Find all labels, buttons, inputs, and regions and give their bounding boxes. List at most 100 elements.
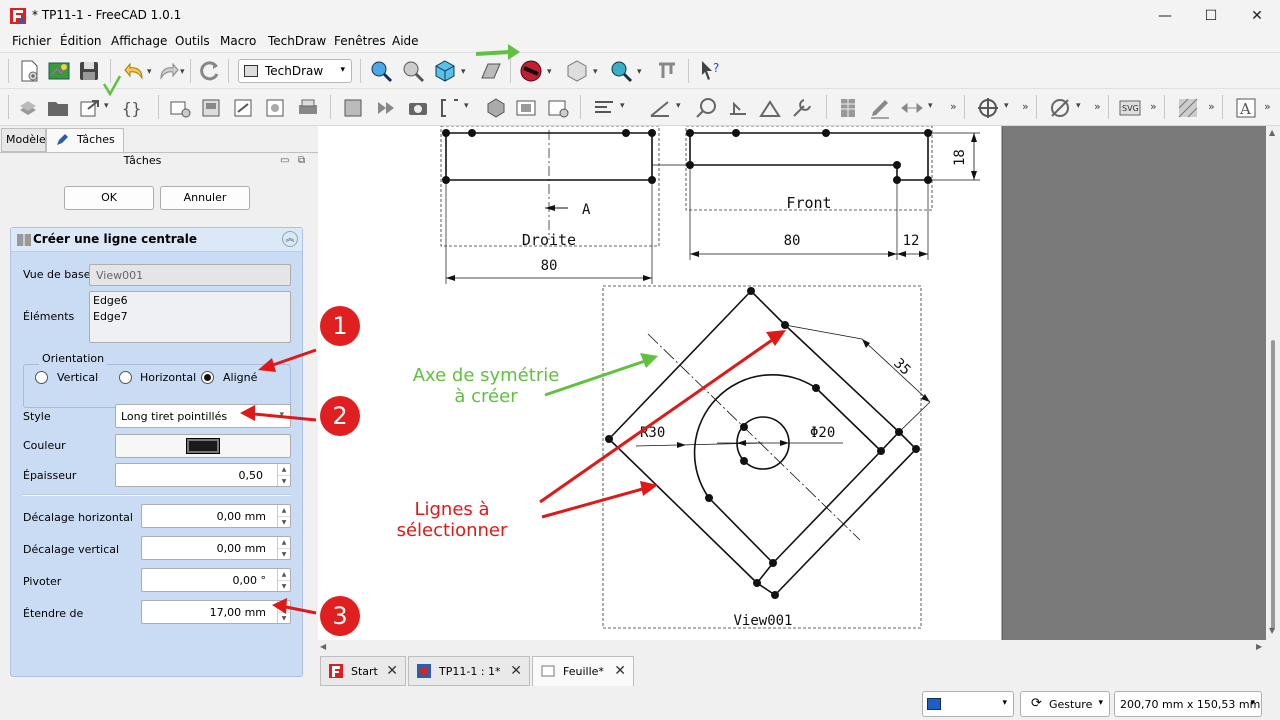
elements-list[interactable]: Edge6 Edge7 [89,291,291,343]
navigation-style-selector[interactable]: ⟳ Gesture ▾ [1020,691,1110,717]
workbench-selector[interactable]: TechDraw ▾ [238,59,352,83]
export-icon[interactable] [78,96,102,120]
menu-macro[interactable]: Macro [220,34,256,48]
extend-label: Étendre de [23,607,84,620]
zoom-icon[interactable] [608,58,634,84]
step-badge-2: 2 [320,396,360,436]
color-selector[interactable]: ▾ [922,691,1014,717]
axis-caption-line-2: à créer [454,386,518,407]
chevron-down-icon: ▾ [340,65,345,75]
close-window-button[interactable]: ✕ [1234,0,1280,32]
menu-fichier[interactable]: Fichier [12,34,51,48]
annotation-icon[interactable]: A [1234,96,1258,120]
svg-text:A: A [1239,100,1251,118]
cancel-button[interactable]: Annuler [160,186,250,210]
dimension-12: 12 [903,233,920,249]
pencil-icon[interactable] [868,96,892,120]
refresh-icon[interactable] [196,58,222,84]
tab-taches[interactable]: Tâches [46,128,124,153]
projection-group-icon[interactable] [264,96,288,120]
radio-vertical[interactable] [35,371,48,384]
tab-start[interactable]: Start ✕ [320,656,406,686]
clip-group-icon[interactable] [342,96,366,120]
folder-icon[interactable] [46,96,70,120]
bracket-icon[interactable] [438,96,462,120]
redo-icon[interactable] [155,58,181,84]
techdraw-icon [244,65,258,77]
measure-icon[interactable] [654,58,680,84]
list-item[interactable]: Edge7 [93,310,128,323]
insert-page-icon[interactable] [16,96,40,120]
camera-icon[interactable] [406,96,430,120]
section-view-icon[interactable] [232,96,256,120]
close-icon[interactable]: ✕ [510,663,522,679]
green-toolbar-arrow [475,44,520,60]
lines-caption-line-2: sélectionner [396,520,508,541]
badge-arrows-panel [240,348,317,615]
fit-selection-icon[interactable] [400,58,426,84]
maximize-button[interactable]: ☐ [1188,0,1234,32]
box-icon[interactable] [564,58,590,84]
style-value: Long tiret pointillés [121,410,228,423]
hide-line-icon[interactable] [1048,96,1072,120]
dock-icon[interactable]: ▭ [280,155,289,166]
close-icon[interactable]: ✕ [614,663,626,679]
weld-icon[interactable] [546,96,570,120]
print-icon[interactable] [296,96,320,120]
front-view-label: Front [786,194,831,212]
align-icon[interactable] [592,96,616,120]
vertical-scrollbar[interactable]: ▲ ▼ [1266,126,1280,640]
fit-all-icon[interactable] [368,58,394,84]
insert-view-icon[interactable] [168,96,192,120]
radio-aligned[interactable] [201,371,214,384]
weld-symbol-icon[interactable] [726,96,750,120]
vertical-scroll-thumb[interactable] [1271,340,1275,630]
surface-finish-icon[interactable] [758,96,782,120]
menu-affichage[interactable]: Affichage [111,34,167,48]
centerline-icon[interactable] [976,96,1000,120]
list-item[interactable]: Edge6 [93,294,128,307]
undock-icon[interactable]: ⧉ [298,155,305,166]
rotate-label: Pivoter [23,575,62,588]
horizontal-dimension-icon[interactable] [900,96,924,120]
svg-export-icon[interactable]: SVG [1118,96,1142,120]
save-document-icon[interactable] [76,58,102,84]
tab-feuille[interactable]: Feuille* ✕ [532,656,634,686]
dimension-r30: R30 [640,425,665,441]
tab-modele[interactable]: Modèle [1,128,46,152]
tab-tp11-1[interactable]: TP11-1 : 1* ✕ [408,656,530,686]
radio-horizontal[interactable] [119,371,132,384]
menu-techdraw[interactable]: TechDraw [268,34,326,48]
radio-vertical-label: Vertical [57,371,99,384]
wrench-icon[interactable] [790,96,814,120]
whats-this-icon[interactable]: ? [698,58,724,84]
horizontal-scrollbar[interactable]: ◀ ▶ [318,640,1266,654]
view-cube-icon[interactable] [432,58,458,84]
dimension-display[interactable]: 200,70 mm x 150,53 mm ▾ [1114,691,1262,717]
angle-icon[interactable] [648,96,672,120]
new-document-icon[interactable] [16,58,42,84]
table-icon[interactable] [836,96,860,120]
menu-fenetres[interactable]: Fenêtres [334,34,386,48]
active-view-icon[interactable] [200,96,224,120]
pencil-icon [57,134,68,145]
menu-edition[interactable]: Édition [60,34,102,48]
ok-button[interactable]: OK [64,186,154,210]
hatch-icon[interactable] [1176,96,1200,120]
radius-icon[interactable] [694,96,718,120]
techdraw-toolbar: ▾ {} ▾ ▾ ▾ ▾ » ▾ » ▾ » SVG » » A » [0,88,1280,126]
panel-title: Tâches [123,154,162,167]
arrow-right-icon[interactable] [374,96,398,120]
right-view-label: Droite [522,231,576,249]
menu-aide[interactable]: Aide [392,34,419,48]
color-swatch [186,438,220,454]
style-label: Style [23,410,51,423]
undo-icon[interactable] [122,58,148,84]
menu-outils[interactable]: Outils [175,34,210,48]
svg-text:SVG: SVG [1122,104,1139,113]
base-view-value: View001 [96,269,144,282]
open-document-icon[interactable] [46,58,72,84]
collapse-icon[interactable]: ︽ [282,231,298,247]
close-icon[interactable]: ✕ [386,663,398,679]
minimize-button[interactable]: — [1142,0,1188,32]
